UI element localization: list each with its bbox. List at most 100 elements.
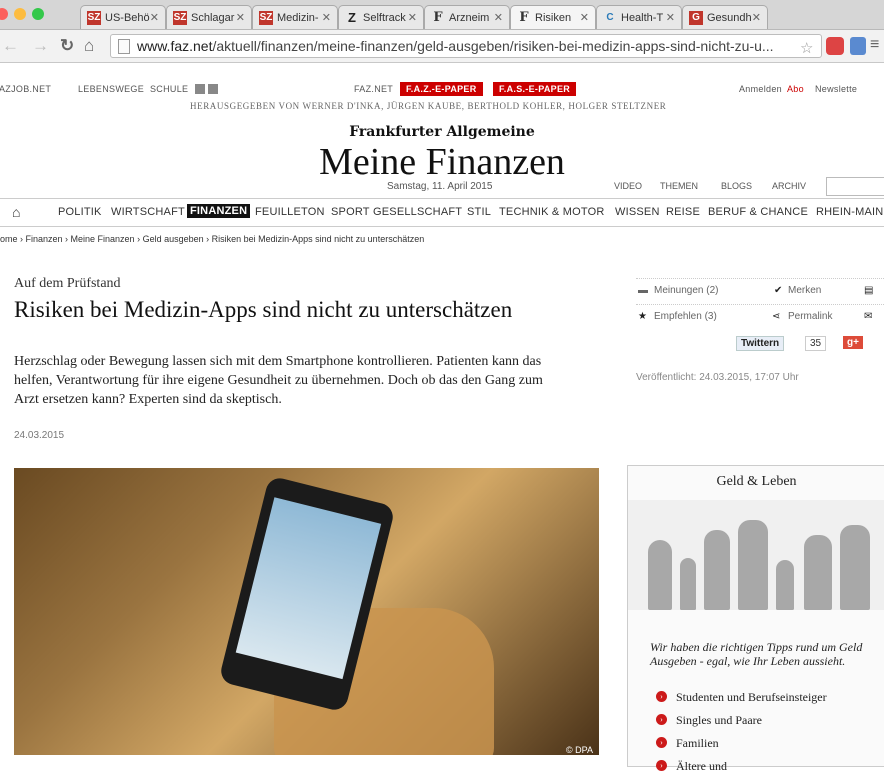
twitter-icon[interactable] <box>208 84 218 94</box>
tab-close-icon[interactable]: ✕ <box>408 6 417 29</box>
reload-icon[interactable]: ↻ <box>60 36 74 56</box>
forward-icon[interactable]: → <box>32 36 49 56</box>
chevron-right-icon: › <box>656 691 667 702</box>
tab-close-icon[interactable]: ✕ <box>494 6 503 29</box>
extension-icon[interactable] <box>850 37 866 55</box>
maximize-window-icon[interactable] <box>32 8 44 20</box>
topnav-link[interactable]: SCHULE <box>150 84 188 94</box>
nav-wirtschaft[interactable]: WIRTSCHAFT <box>111 206 185 218</box>
tab-close-icon[interactable]: ✕ <box>322 6 331 29</box>
recommend-link[interactable]: Empfehlen (3) <box>654 311 717 322</box>
section-title[interactable]: Meine Finanzen <box>0 140 884 184</box>
browser-tab[interactable]: G Gesundh ✕ <box>682 5 768 29</box>
tab-close-icon[interactable]: ✕ <box>236 6 245 29</box>
google-plus-button[interactable]: g+ <box>843 336 863 349</box>
chevron-right-icon: › <box>656 737 667 748</box>
publisher-line: HERAUSGEGEBEN VON WERNER D'INKA, JÜRGEN … <box>190 101 667 111</box>
subnav-themen[interactable]: THEMEN <box>660 181 698 191</box>
mail-icon[interactable]: ✉ <box>864 311 872 322</box>
browser-tab[interactable]: SZ Medizin- ✕ <box>252 5 338 29</box>
browser-tab-active[interactable]: F Risiken ✕ <box>510 5 596 29</box>
photo-credit: © DPA <box>566 745 593 755</box>
geld-leben-title[interactable]: Geld & Leben <box>628 474 884 490</box>
nav-politik[interactable]: POLITIK <box>58 206 102 218</box>
tab-favicon-icon: SZ <box>259 11 273 25</box>
checkmark-icon: ✔ <box>774 285 783 296</box>
topnav-link[interactable]: AZJOB.NET <box>0 84 51 94</box>
main-nav: ⌂ POLITIK WIRTSCHAFT FINANZEN FEUILLETON… <box>0 198 884 227</box>
breadcrumb[interactable]: ome › Finanzen › Meine Finanzen › Geld a… <box>0 234 424 244</box>
tab-close-icon[interactable]: ✕ <box>666 6 675 29</box>
tab-close-icon[interactable]: ✕ <box>150 6 159 29</box>
merken-link[interactable]: Merken <box>788 285 821 296</box>
tab-favicon-icon: Z <box>348 10 356 25</box>
masthead-logo[interactable]: Frankfurter Allgemeine <box>0 124 884 140</box>
address-bar[interactable]: www.faz.net/aktuell/finanzen/meine-finan… <box>110 34 822 58</box>
article-date: 24.03.2015 <box>14 430 65 441</box>
faznet-link[interactable]: FAZ.NET <box>354 84 393 94</box>
nav-reise[interactable]: REISE <box>666 206 700 218</box>
nav-finanzen[interactable]: FINANZEN <box>187 204 251 218</box>
browser-tab[interactable]: C Health-T ✕ <box>596 5 682 29</box>
print-icon[interactable]: ▤ <box>864 285 873 296</box>
article-headline: Risiken bei Medizin-Apps sind nicht zu u… <box>14 297 513 322</box>
figure-silhouette <box>680 558 696 610</box>
comments-icon: ▬ <box>638 285 648 296</box>
nav-sport[interactable]: SPORT <box>331 206 370 218</box>
home-icon[interactable]: ⌂ <box>84 36 94 56</box>
chevron-right-icon: › <box>656 760 667 771</box>
top-nav: AZJOB.NET LEBENSWEGE SCHULE FAZ.NET F.A.… <box>0 82 884 98</box>
fas-epaper-button[interactable]: F.A.S.-E-PAPER <box>493 82 577 96</box>
back-icon[interactable]: ← <box>2 36 19 56</box>
chevron-right-icon: › <box>656 714 667 725</box>
subnav-video[interactable]: VIDEO <box>614 181 642 191</box>
abo-link[interactable]: Abo <box>787 84 804 94</box>
article-kicker: Auf dem Prüfstand <box>14 276 121 291</box>
tab-favicon-icon: F <box>519 10 529 25</box>
nav-feuilleton[interactable]: FEUILLETON <box>255 206 325 218</box>
nav-stil[interactable]: STIL <box>467 206 491 218</box>
minimize-window-icon[interactable] <box>14 8 26 20</box>
subnav-blogs[interactable]: BLOGS <box>721 181 752 191</box>
tab-favicon-icon: C <box>606 12 614 23</box>
list-item[interactable]: › Familien <box>656 736 827 759</box>
tab-close-icon[interactable]: ✕ <box>752 6 761 29</box>
bookmark-star-icon[interactable]: ☆ <box>800 39 813 57</box>
browser-tab[interactable]: SZ US-Behö ✕ <box>80 5 166 29</box>
header-date: Samstag, 11. April 2015 <box>387 181 493 192</box>
home-icon[interactable]: ⌂ <box>12 204 21 220</box>
browser-tab[interactable]: Z Selftrack ✕ <box>338 5 424 29</box>
nav-beruf-chance[interactable]: BERUF & CHANCE <box>708 206 808 218</box>
figure-silhouette <box>840 525 870 610</box>
nav-rhein-main[interactable]: RHEIN-MAIN <box>816 206 883 218</box>
article-photo[interactable]: © DPA <box>14 468 599 755</box>
family-illustration[interactable] <box>628 500 884 610</box>
newsletter-link[interactable]: Newslette <box>815 84 857 94</box>
social-row: ▬ Meinungen (2) ✔ Merken ▤ <box>636 278 884 303</box>
nav-technik-motor[interactable]: TECHNIK & MOTOR <box>499 206 604 218</box>
browser-tab[interactable]: F Arzneim ✕ <box>424 5 510 29</box>
search-input[interactable] <box>826 177 884 196</box>
nav-wissen[interactable]: WISSEN <box>615 206 660 218</box>
browser-tab-bar: SZ US-Behö ✕ SZ Schlagar ✕ SZ Medizin- ✕ Z Self… <box>0 0 884 30</box>
browser-tab[interactable]: SZ Schlagar ✕ <box>166 5 252 29</box>
facebook-icon[interactable] <box>195 84 205 94</box>
article-teaser: Herzschlag oder Bewegung lassen sich mit… <box>14 354 543 407</box>
close-window-icon[interactable] <box>0 8 8 20</box>
subnav-archiv[interactable]: ARCHIV <box>772 181 806 191</box>
list-item[interactable]: › Ältere und <box>656 759 827 782</box>
tab-favicon-icon: SZ <box>87 11 101 25</box>
figure-silhouette <box>738 520 768 610</box>
nav-gesellschaft[interactable]: GESELLSCHAFT <box>373 206 462 218</box>
tab-close-icon[interactable]: ✕ <box>580 6 589 29</box>
login-link[interactable]: Anmelden <box>739 84 782 94</box>
menu-icon[interactable]: ≡ <box>870 36 879 54</box>
comments-link[interactable]: Meinungen (2) <box>654 285 718 296</box>
topnav-link[interactable]: LEBENSWEGE <box>78 84 144 94</box>
extension-icon[interactable] <box>826 37 844 55</box>
permalink-link[interactable]: Permalink <box>788 311 832 322</box>
list-item[interactable]: › Studenten und Berufseinsteiger <box>656 690 827 713</box>
list-item[interactable]: › Singles und Paare <box>656 713 827 736</box>
twitter-button[interactable]: Twittern <box>736 336 785 351</box>
faz-epaper-button[interactable]: F.A.Z.-E-PAPER <box>400 82 483 96</box>
